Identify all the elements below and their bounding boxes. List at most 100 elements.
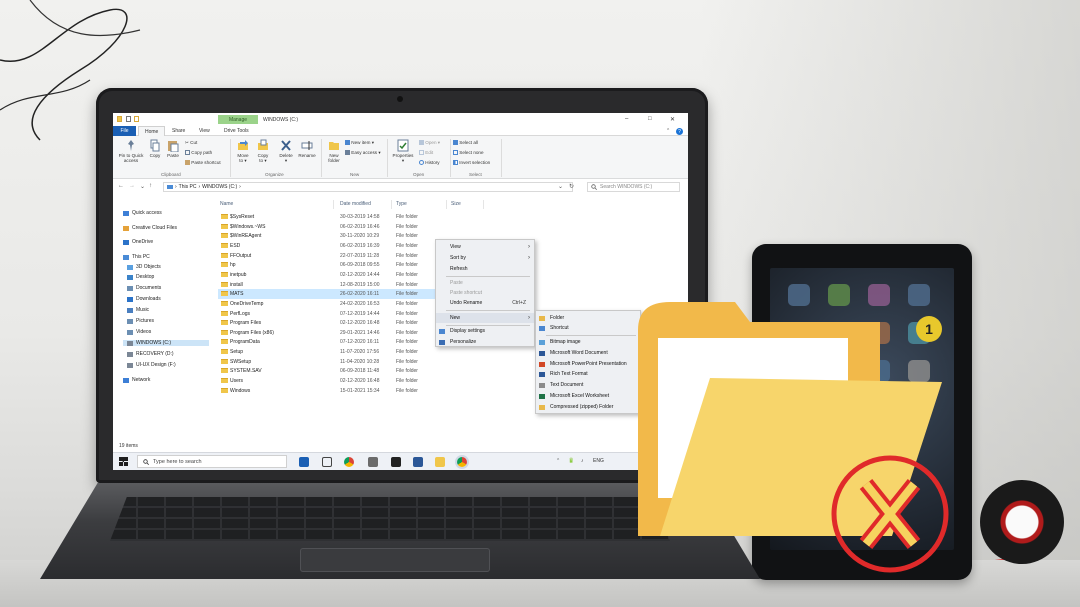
tab-drive-tools[interactable]: Drive Tools bbox=[224, 128, 249, 134]
new-submenu-item[interactable]: Microsoft Word Document bbox=[536, 348, 640, 358]
breadcrumb-windows-c[interactable]: WINDOWS (C:) bbox=[202, 184, 237, 190]
sidebar-item[interactable]: Downloads bbox=[127, 296, 161, 302]
paste-shortcut-button[interactable]: Paste shortcut bbox=[185, 160, 221, 165]
search-input[interactable]: Search WINDOWS (C:) bbox=[587, 182, 680, 192]
edit-button[interactable]: Edit bbox=[419, 150, 433, 155]
tab-file[interactable]: File bbox=[113, 126, 136, 136]
new-submenu-item[interactable]: Rich Text Format bbox=[536, 369, 640, 379]
delete-button[interactable]: Delete ▾ bbox=[277, 139, 295, 164]
sidebar-item[interactable]: Pictures bbox=[127, 318, 154, 324]
table-row[interactable]: $Windows.~WS06-02-2019 16:46File folder bbox=[218, 222, 483, 232]
address-input[interactable]: › This PC › WINDOWS (C:) › bbox=[163, 182, 573, 192]
windows-start-icon[interactable] bbox=[119, 457, 128, 466]
invert-selection-button[interactable]: Invert selection bbox=[453, 160, 490, 165]
context-undo-rename[interactable]: Undo Rename Ctrl+Z bbox=[436, 298, 534, 308]
language-indicator[interactable]: ENG bbox=[593, 458, 604, 464]
table-row[interactable]: Users02-12-2020 16:48File folder bbox=[218, 376, 483, 386]
recent-locations-button[interactable]: ⌄ bbox=[140, 183, 145, 190]
help-icon[interactable]: ? bbox=[676, 128, 683, 135]
battery-icon[interactable]: 🔋 bbox=[568, 458, 574, 464]
table-row[interactable]: SWSetup11-04-2020 10:28File folder bbox=[218, 357, 483, 367]
close-button[interactable]: ✕ bbox=[670, 116, 675, 123]
sidebar-item[interactable]: WINDOWS (C:) bbox=[123, 340, 209, 346]
volume-icon[interactable]: ♪ bbox=[581, 458, 584, 464]
sidebar-item[interactable]: Network bbox=[123, 377, 150, 383]
new-item-button[interactable]: New item ▾ bbox=[345, 140, 374, 146]
ribbon-collapse-icon[interactable]: ⌃ bbox=[666, 128, 670, 134]
new-submenu-item[interactable]: Text Document bbox=[536, 380, 640, 390]
new-submenu-item[interactable]: Folder bbox=[536, 313, 640, 323]
rename-button[interactable]: Rename bbox=[297, 139, 317, 158]
select-all-button[interactable]: Select all bbox=[453, 140, 478, 145]
sidebar-item[interactable]: Creative Cloud Files bbox=[123, 225, 177, 231]
history-button[interactable]: History bbox=[419, 160, 440, 165]
context-refresh[interactable]: Refresh bbox=[436, 264, 534, 274]
refresh-button[interactable]: ↻ bbox=[569, 183, 574, 190]
open-button[interactable]: Open ▾ bbox=[419, 140, 440, 146]
context-personalize[interactable]: Personalize bbox=[436, 337, 534, 347]
sidebar-item[interactable]: Music bbox=[127, 307, 149, 313]
easy-access-button[interactable]: Easy access ▾ bbox=[345, 150, 381, 156]
properties-button[interactable]: Properties ▾ bbox=[390, 139, 416, 164]
context-new[interactable]: New › bbox=[436, 313, 534, 323]
column-header-date[interactable]: Date modified bbox=[340, 201, 371, 207]
new-submenu-item[interactable]: Microsoft Excel Worksheet bbox=[536, 391, 640, 401]
new-submenu-item[interactable]: Bitmap image bbox=[536, 337, 640, 347]
calculator-icon[interactable] bbox=[368, 457, 378, 467]
chrome-active-icon[interactable] bbox=[457, 457, 467, 467]
photos-icon[interactable] bbox=[413, 457, 423, 467]
tab-view[interactable]: View bbox=[199, 128, 210, 134]
properties-quick-icon[interactable] bbox=[126, 116, 131, 122]
table-row[interactable]: Setup11-07-2020 17:56File folder bbox=[218, 347, 483, 357]
address-dropdown-button[interactable]: ⌄ bbox=[558, 183, 563, 190]
file-explorer-icon[interactable] bbox=[435, 457, 445, 467]
up-button[interactable]: ↑ bbox=[149, 183, 152, 189]
context-paste-shortcut[interactable]: Paste shortcut bbox=[436, 288, 534, 298]
sidebar-item[interactable]: This PC bbox=[123, 254, 150, 260]
pin-to-quick-access-button[interactable]: Pin to Quick access bbox=[116, 139, 146, 164]
tab-home[interactable]: Home bbox=[138, 126, 165, 136]
sidebar-item[interactable]: Documents bbox=[127, 285, 161, 291]
new-submenu-item[interactable]: Microsoft PowerPoint Presentation bbox=[536, 359, 640, 369]
minimize-button[interactable]: – bbox=[625, 116, 628, 122]
context-paste[interactable]: Paste bbox=[436, 278, 534, 288]
chrome-icon[interactable] bbox=[344, 457, 354, 467]
breadcrumb-this-pc[interactable]: This PC bbox=[179, 184, 197, 190]
tab-share[interactable]: Share bbox=[172, 128, 185, 134]
sidebar-item[interactable]: RECOVERY (D:) bbox=[127, 351, 174, 357]
new-submenu-item[interactable]: Shortcut bbox=[536, 323, 640, 333]
table-row[interactable]: $SysReset30-03-2019 14:58File folder bbox=[218, 212, 483, 222]
taskbar-search-input[interactable]: Type here to search bbox=[137, 455, 287, 468]
paste-button[interactable]: Paste bbox=[165, 139, 181, 158]
back-button[interactable]: ← bbox=[118, 183, 124, 189]
context-display-settings[interactable]: Display settings bbox=[436, 326, 534, 336]
sidebar-item[interactable]: Desktop bbox=[127, 274, 154, 280]
context-sort-by[interactable]: Sort by › bbox=[436, 253, 534, 263]
column-header-size[interactable]: Size bbox=[451, 201, 461, 207]
new-folder-quick-icon[interactable] bbox=[134, 116, 139, 122]
table-row[interactable]: SYSTEM.SAV06-09-2018 11:48File folder bbox=[218, 366, 483, 376]
cut-button[interactable]: ✂ Cut bbox=[185, 140, 197, 146]
tab-manage[interactable]: Manage bbox=[218, 115, 258, 124]
column-header-name[interactable]: Name bbox=[220, 201, 233, 207]
task-view-icon[interactable] bbox=[322, 457, 332, 467]
maximize-button[interactable]: □ bbox=[648, 116, 652, 122]
move-to-button[interactable]: Move to ▾ bbox=[234, 139, 252, 164]
sidebar-item[interactable]: Quick access bbox=[123, 210, 162, 216]
sidebar-item[interactable]: UI-UX Design (F:) bbox=[127, 362, 176, 368]
sidebar-item[interactable]: 3D Objects bbox=[127, 264, 161, 270]
app-h-icon[interactable] bbox=[391, 457, 401, 467]
select-none-button[interactable]: Select none bbox=[453, 150, 484, 155]
column-header-type[interactable]: Type bbox=[396, 201, 407, 207]
copy-path-button[interactable]: Copy path bbox=[185, 150, 212, 155]
copy-button[interactable]: Copy bbox=[147, 139, 163, 158]
sidebar-item[interactable]: Videos bbox=[127, 329, 151, 335]
new-submenu-item[interactable]: Compressed (zipped) Folder bbox=[536, 402, 640, 412]
sidebar-item[interactable]: OneDrive bbox=[123, 239, 153, 245]
context-view[interactable]: View › bbox=[436, 242, 534, 252]
new-folder-button[interactable]: New folder bbox=[324, 139, 344, 164]
copy-to-button[interactable]: Copy to ▾ bbox=[254, 139, 272, 164]
table-row[interactable]: Windows15-01-2021 15:34File folder bbox=[218, 386, 483, 396]
tray-overflow-chevron[interactable]: ⌃ bbox=[556, 458, 560, 464]
teamviewer-icon[interactable] bbox=[299, 457, 309, 467]
